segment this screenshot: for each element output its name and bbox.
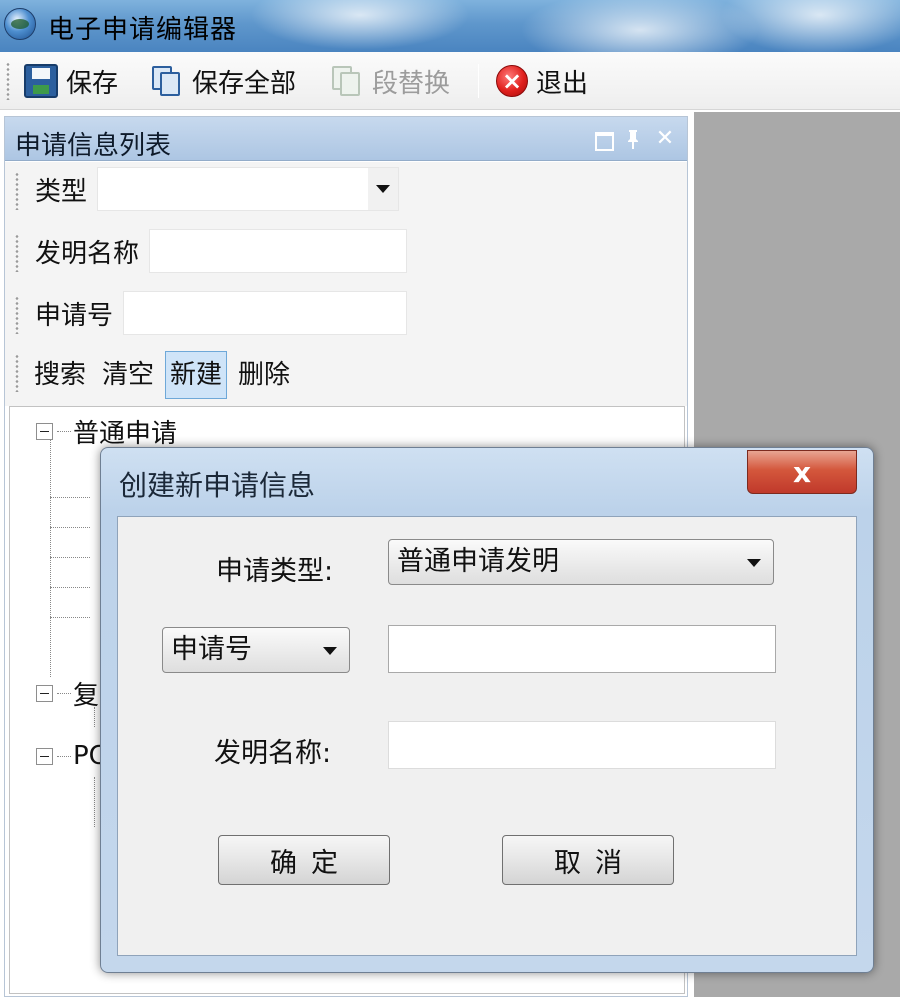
window-title: 电子申请编辑器: [48, 15, 238, 45]
save-button[interactable]: 保存: [24, 60, 118, 102]
tree-node[interactable]: 复: [36, 675, 99, 712]
invention-name-label: 发明名称:: [214, 738, 332, 769]
filter-area: 类型 发明名称 申请号 搜索 清空 新建 删除: [5, 162, 687, 406]
dialog-title: 创建新申请信息: [119, 469, 316, 502]
application-no-input[interactable]: [123, 291, 408, 335]
number-type-value: 申请号: [171, 634, 252, 665]
exit-button[interactable]: × 退出: [496, 60, 588, 102]
cancel-button[interactable]: 取消: [502, 835, 674, 885]
window-titlebar: 电子申请编辑器: [0, 0, 900, 52]
maximize-icon[interactable]: [591, 127, 615, 151]
pin-icon[interactable]: [621, 127, 645, 151]
close-icon[interactable]: ✕: [653, 127, 677, 151]
application-no-filter-row: 申请号: [13, 286, 408, 340]
application-type-label: 申请类型:: [216, 556, 334, 587]
exit-icon: ×: [496, 65, 528, 97]
tree-node-label: 复: [73, 681, 100, 711]
panel-button-row: 搜索 清空 新建 删除: [29, 346, 301, 404]
collapse-icon[interactable]: [36, 747, 53, 765]
type-combobox[interactable]: [97, 167, 400, 211]
invention-name-label: 发明名称: [35, 238, 140, 269]
application-number-input[interactable]: [388, 625, 776, 673]
ok-button-label: 确定: [270, 847, 352, 879]
titlebar-decoration: [250, 0, 470, 50]
tree-guide-line: [94, 777, 95, 827]
exit-button-label: 退出: [536, 68, 589, 99]
chevron-down-icon: [747, 559, 761, 567]
invention-name-input[interactable]: [388, 721, 776, 769]
tree-node-label: 普通申请: [73, 419, 178, 449]
app-globe-icon[interactable]: [4, 8, 36, 40]
tree-guide-line: [50, 557, 90, 558]
invention-name-filter-row: 发明名称: [13, 224, 408, 278]
panel-header: 申请信息列表 ✕: [5, 117, 687, 161]
create-application-dialog: 创建新申请信息 x 申请类型: 普通申请发明 申请号 发明名称: 确定 取消: [100, 447, 874, 973]
invention-name-input[interactable]: [149, 229, 408, 273]
paragraph-replace-icon: [330, 64, 364, 98]
collapse-icon[interactable]: [36, 685, 53, 702]
tree-connector: [57, 755, 71, 757]
toolbar-separator: [478, 64, 479, 98]
cancel-button-label: 取消: [554, 847, 636, 879]
close-icon: x: [792, 455, 812, 489]
chevron-down-icon: [323, 647, 337, 655]
main-toolbar: 保存 保存全部 段替换 × 退出: [0, 52, 900, 110]
dialog-close-button[interactable]: x: [747, 450, 857, 494]
new-button[interactable]: 新建: [165, 351, 228, 399]
paragraph-replace-button-label: 段替换: [372, 68, 451, 99]
dialog-body: 申请类型: 普通申请发明 申请号 发明名称: 确定 取消: [117, 516, 857, 956]
toolbar-grip[interactable]: [6, 62, 10, 100]
save-all-button-label: 保存全部: [192, 68, 297, 99]
tree-guide-line: [50, 497, 90, 498]
tree-connector: [57, 693, 71, 694]
save-all-icon: [150, 64, 184, 98]
tree-guide-line: [50, 527, 90, 528]
type-label: 类型: [35, 176, 88, 207]
panel-title: 申请信息列表: [15, 131, 172, 161]
paragraph-replace-button[interactable]: 段替换: [330, 60, 450, 102]
chevron-down-icon[interactable]: [368, 168, 399, 210]
ok-button[interactable]: 确定: [218, 835, 390, 885]
tree-connector: [57, 431, 71, 432]
tree-guide-line: [50, 587, 90, 588]
application-no-label: 申请号: [35, 300, 114, 331]
save-button-label: 保存: [66, 68, 119, 99]
tree-guide-line: [50, 617, 90, 618]
save-icon: [24, 64, 58, 98]
delete-button[interactable]: 删除: [233, 351, 295, 399]
clear-button[interactable]: 清空: [97, 351, 159, 399]
type-filter-row: 类型: [13, 162, 400, 216]
application-type-select[interactable]: 普通申请发明: [388, 539, 774, 585]
collapse-icon[interactable]: [36, 423, 53, 440]
search-button[interactable]: 搜索: [29, 351, 91, 399]
application-type-value: 普通申请发明: [397, 546, 559, 577]
number-type-select[interactable]: 申请号: [162, 627, 350, 673]
save-all-button[interactable]: 保存全部: [150, 60, 296, 102]
buttons-grip[interactable]: [15, 354, 19, 392]
tree-node[interactable]: PC: [36, 741, 107, 771]
tree-node[interactable]: 普通申请: [36, 413, 177, 450]
